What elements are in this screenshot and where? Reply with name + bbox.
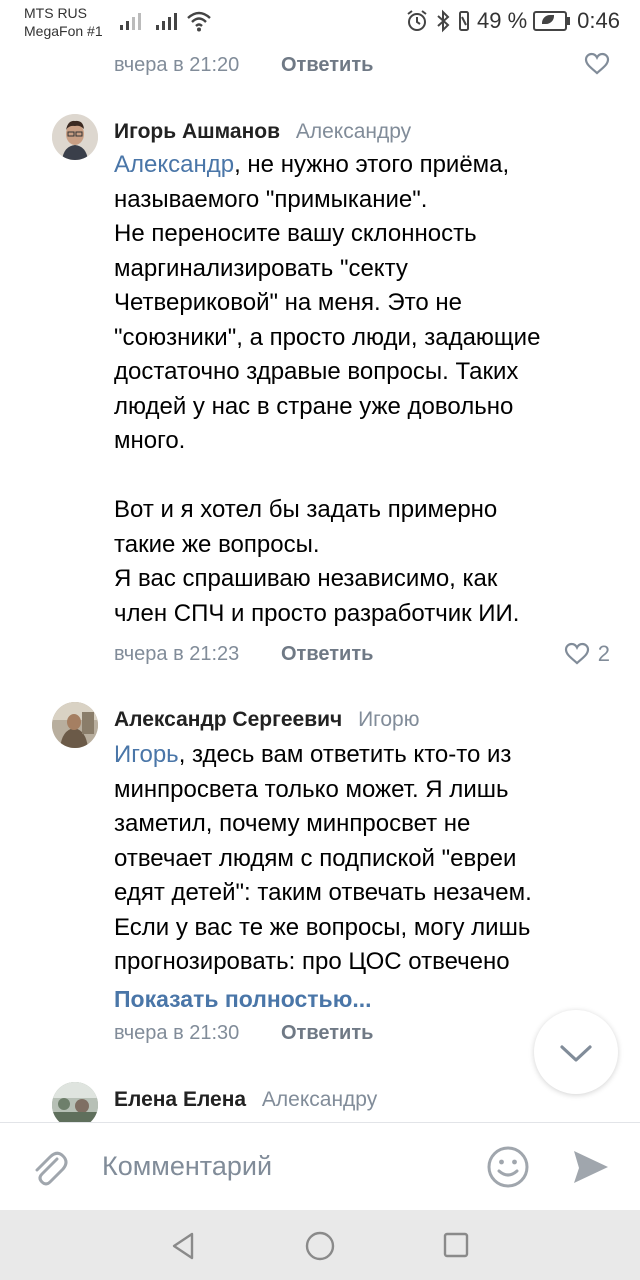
text-line: "союзники", а просто люди, задающие [114,323,541,351]
text-line: много. [114,427,186,454]
like-button[interactable]: 2 [564,641,610,667]
status-indicators: 49 % 0:46 [405,8,620,34]
text-line: Игорь, здесь вам ответить кто-то из [114,741,512,768]
recents-icon[interactable] [442,1231,470,1259]
text-line: отвечает людям с подпиской "евреи [114,844,517,872]
vibrate-icon [459,11,470,31]
send-icon[interactable] [570,1147,612,1187]
reply-button[interactable]: Ответить [281,1022,373,1045]
comment-time: вчера в 21:30 [114,1022,240,1044]
text-line: Александр, не нужно этого приёма, [114,151,510,178]
battery-saver-icon [533,11,571,31]
reply-button[interactable]: Ответить [281,643,373,666]
author-name[interactable]: Елена Елена [114,1088,246,1111]
status-bar: MTS RUS MegaFon #1 49 % 0:46 [0,0,640,44]
reply-button[interactable]: Ответить [281,54,373,77]
comment-time: вчера в 21:23 [114,643,240,665]
comment-time: вчера в 21:20 [114,54,240,76]
comment-text: Александр, не нужно этого приёма, называ… [114,148,614,631]
like-button[interactable] [584,52,610,76]
comment-composer: Комментарий [0,1122,640,1211]
show-more-link[interactable]: Показать полностью... [114,986,372,1013]
author-photo [52,114,98,160]
bluetooth-icon [437,9,450,33]
text-line: Вот и я хотел бы задать примерно [114,496,498,523]
mention-link[interactable]: Игорь [114,741,179,768]
text-line: заметил, почему минпросвет не [114,810,471,837]
battery-percent: 49 % [477,8,528,33]
avatar[interactable] [52,114,98,160]
avatar[interactable] [52,702,98,748]
text-line: едят детей": таким отвечать незачем. [114,879,532,906]
text-line: Четвериковой" на меня. Это не [114,289,462,316]
reply-to[interactable]: Александру [262,1088,377,1111]
comment-text: Игорь, здесь вам ответить кто-то из минп… [114,738,614,980]
carrier-2: MegaFon #1 [24,23,103,39]
paperclip-icon[interactable] [30,1147,70,1191]
text-line: людей у нас в стране уже довольно [114,392,514,420]
comment-meta: вчера в 21:23 Ответить 2 [114,641,640,671]
comment-header: Елена Елена Александру [114,1088,377,1112]
text-line: Я вас спрашиваю независимо, как [114,565,498,592]
text-line: Не переносите вашу склонность [114,220,477,247]
chevron-down-icon [560,1045,592,1062]
text-line: прогнозировать: про ЦОС отвечено [114,948,510,975]
smile-icon[interactable] [486,1145,530,1189]
signal-2-icon [156,12,177,30]
mention-link[interactable]: Александр [114,151,234,178]
text-line: достаточно здравые вопросы. Таких [114,358,519,385]
comment-header: Александр Сергеевич Игорю [114,708,419,732]
author-name[interactable]: Александр Сергеевич [114,708,342,731]
reply-to[interactable]: Александру [296,120,411,143]
alarm-icon [407,10,427,31]
home-icon[interactable] [304,1230,336,1262]
author-photo [52,702,98,748]
back-icon[interactable] [168,1230,198,1262]
text-line: член СПЧ и просто разработчик ИИ. [114,599,520,627]
carrier-info: MTS RUS MegaFon #1 [24,4,103,40]
text-line: маргинализировать "секту [114,254,408,282]
prev-comment-meta: вчера в 21:20 Ответить [114,52,640,82]
like-count: 2 [597,641,610,666]
scroll-down-button[interactable] [534,1010,618,1094]
reply-to[interactable]: Игорю [358,708,419,731]
text-line: такие же вопросы. [114,530,320,558]
text-line: минпросвета только может. Я лишь [114,775,509,803]
comment-input[interactable]: Комментарий [102,1151,272,1182]
wifi-icon [187,11,211,32]
author-name[interactable]: Игорь Ашманов [114,120,280,143]
comment-header: Игорь Ашманов Александру [114,120,411,144]
heart-icon [584,52,610,75]
carrier-1: MTS RUS [24,5,87,21]
system-nav-bar [0,1210,640,1280]
signal-1-icon [120,12,141,30]
text-line: Если у вас те же вопросы, могу лишь [114,913,531,941]
text-line: называемого "примыкание". [114,185,428,213]
clock: 0:46 [577,8,620,33]
heart-icon [564,642,589,665]
